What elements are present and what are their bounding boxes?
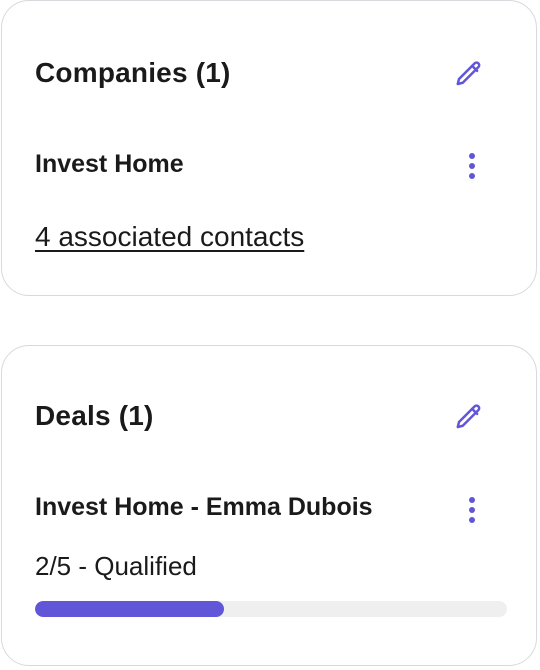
- vertical-dots-icon: [469, 497, 475, 523]
- deal-progress-fill: [35, 601, 224, 617]
- deals-edit-button[interactable]: [452, 400, 486, 434]
- company-more-button[interactable]: [460, 149, 484, 183]
- deal-progress-bar: [35, 601, 507, 617]
- companies-card: Companies (1) Invest Home 4 associated c…: [1, 0, 537, 296]
- associated-contacts-link[interactable]: 4 associated contacts: [35, 221, 304, 253]
- pencil-icon: [456, 61, 481, 86]
- deals-title: Deals (1): [35, 400, 154, 431]
- deal-name[interactable]: Invest Home - Emma Dubois: [35, 493, 373, 522]
- vertical-dots-icon: [469, 153, 475, 179]
- deals-card: Deals (1) Invest Home - Emma Dubois 2/5 …: [1, 345, 537, 666]
- company-name[interactable]: Invest Home: [35, 150, 184, 179]
- deal-stage: 2/5 - Qualified: [35, 551, 197, 581]
- pencil-icon: [456, 404, 481, 429]
- companies-title: Companies (1): [35, 57, 231, 88]
- deal-more-button[interactable]: [460, 493, 484, 527]
- companies-edit-button[interactable]: [452, 57, 486, 91]
